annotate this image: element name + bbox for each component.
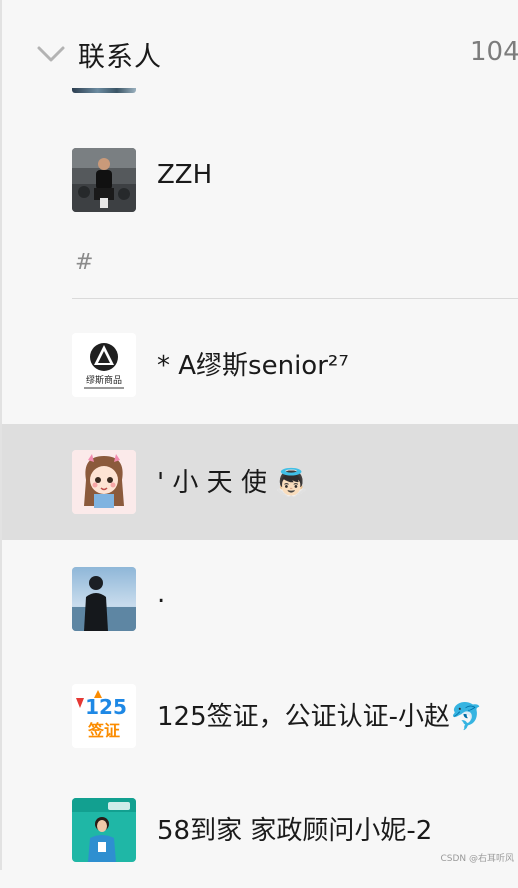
contacts-group-title: 联系人 — [78, 42, 162, 73]
visa-logo-text: 签证 — [87, 721, 120, 740]
previous-contact-avatar-partial[interactable] — [72, 88, 136, 93]
avatar — [72, 798, 136, 862]
contact-name: 125签证，公证认证-小赵🐬 — [157, 702, 483, 732]
avatar: 125 签证 — [72, 684, 136, 748]
contact-row-visa[interactable]: 125 签证 125签证，公证认证-小赵🐬 — [2, 658, 518, 774]
contact-name: * A缪斯senior²⁷ — [157, 351, 349, 381]
avatar — [72, 567, 136, 631]
chevron-down-icon[interactable] — [36, 42, 66, 66]
contact-name: . — [157, 579, 166, 609]
muse-logo-text: 缪斯商品 — [86, 374, 122, 386]
contacts-group-header[interactable]: 联系人 104 — [0, 0, 518, 92]
contact-row-58[interactable]: 58到家 家政顾问小妮-2 — [2, 772, 518, 888]
section-index-letter: # — [75, 250, 94, 275]
contact-name: ' 小 天 使 👼🏻 — [157, 468, 308, 498]
contact-row-muse[interactable]: 缪斯商品 * A缪斯senior²⁷ — [2, 307, 518, 423]
avatar: 缪斯商品 — [72, 333, 136, 397]
section-divider — [72, 298, 518, 299]
contact-row-dot[interactable]: . — [2, 541, 518, 657]
visa-logo-number: 125 — [85, 695, 127, 719]
watermark: CSDN @右耳听风 — [440, 854, 514, 864]
avatar — [72, 450, 136, 514]
contact-row-zzh[interactable]: ZZH — [2, 122, 518, 238]
contact-row-angel[interactable]: ' 小 天 使 👼🏻 — [2, 424, 518, 540]
avatar — [72, 148, 136, 212]
contact-name: ZZH — [157, 160, 213, 190]
contact-name: 58到家 家政顾问小妮-2 — [157, 816, 433, 846]
contacts-count: 104 — [470, 37, 518, 67]
